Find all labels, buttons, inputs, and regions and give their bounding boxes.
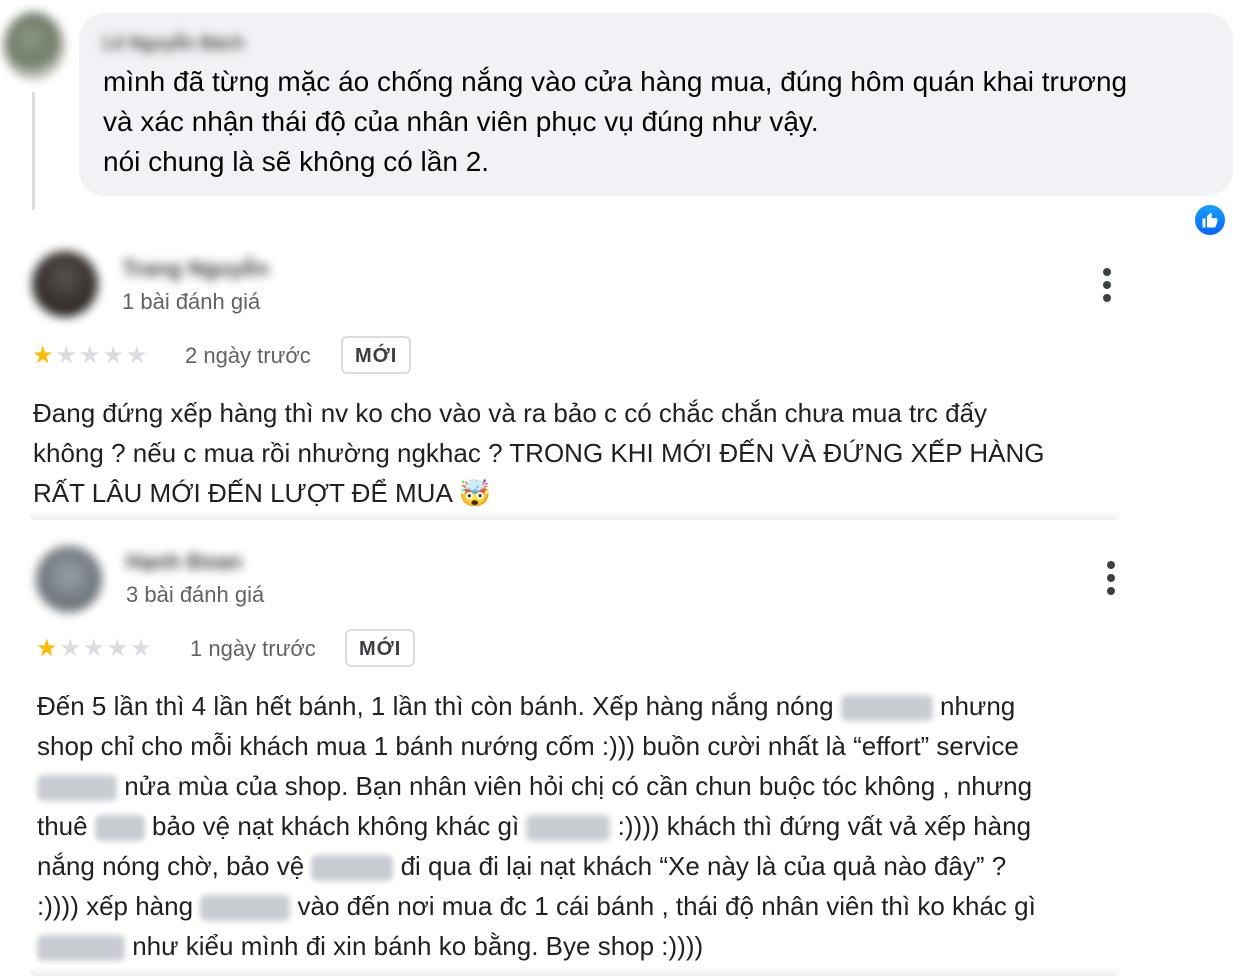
review-text: Đến 5 lần thì 4 lần hết bánh, 1 lần thì … <box>37 686 1036 966</box>
new-badge: MỚI <box>345 629 416 667</box>
reviewer-avatar[interactable] <box>36 546 102 612</box>
reviewer-avatar[interactable] <box>32 251 98 317</box>
review-line: thuê bảo vệ nạt khách không khác gì :)))… <box>37 811 1032 842</box>
review-count: 1 bài đánh giá <box>122 289 261 314</box>
star-icon: ★ <box>36 635 60 662</box>
review-line: shop chỉ cho mỗi khách mua 1 bánh nướng … <box>37 731 1019 761</box>
review-line: không ? nếu c mua rồi nhường ngkhac ? TR… <box>33 438 1045 468</box>
review-count: 3 bài đánh giá <box>126 582 265 607</box>
star-rating: ★★★★★ <box>32 342 150 369</box>
review-line: nửa mùa của shop. Bạn nhân viên hỏi chị … <box>37 766 1036 806</box>
like-icon[interactable] <box>1193 203 1227 237</box>
thread-line <box>32 92 35 210</box>
redacted-text <box>37 775 117 802</box>
review-time: 1 ngày trước <box>190 636 316 661</box>
review-time: 2 ngày trước <box>185 343 311 368</box>
review-line: như kiểu mình đi xin bánh ko bằng. Bye s… <box>37 926 1036 966</box>
star-icon: ★ <box>32 342 56 369</box>
commenter-avatar[interactable] <box>4 12 64 80</box>
new-badge: MỚI <box>341 336 412 374</box>
review-line: :)))) xếp hàng vào đến nơi mua đc 1 cái … <box>37 891 1036 922</box>
redacted-text <box>526 815 611 842</box>
review-line: Đang đứng xếp hàng thì nv ko cho vào và … <box>33 398 988 428</box>
comment-text: mình đã từng mặc áo chống nắng vào cửa h… <box>103 66 1128 177</box>
review-line: nắng nóng chờ, bảo vệ đi qua đi lại nạt … <box>37 851 1007 882</box>
reviewer-name[interactable]: Trang Nguyễn <box>122 256 269 282</box>
star-rating: ★★★★★ <box>36 635 154 662</box>
redacted-text <box>37 935 125 962</box>
emoji: 🤯 <box>458 478 491 508</box>
commenter-name[interactable]: Lê Nguyễn Bách <box>103 33 244 54</box>
redacted-text <box>311 855 394 882</box>
review-divider <box>30 510 1120 520</box>
redacted-text <box>200 895 291 922</box>
redacted-text <box>840 695 933 722</box>
more-vert-icon[interactable] <box>1101 268 1113 307</box>
review-divider <box>30 966 1120 976</box>
review-text: Đang đứng xếp hàng thì nv ko cho vào và … <box>33 393 1045 513</box>
redacted-text <box>94 815 145 842</box>
reviewer-name[interactable]: Hạnh Đoan <box>126 549 242 575</box>
review-line: RẤT LÂU MỚI ĐẾN LƯỢT ĐỂ MUA 🤯 <box>33 478 491 508</box>
more-vert-icon[interactable] <box>1105 561 1117 600</box>
review-line: Đến 5 lần thì 4 lần hết bánh, 1 lần thì … <box>37 691 1016 722</box>
